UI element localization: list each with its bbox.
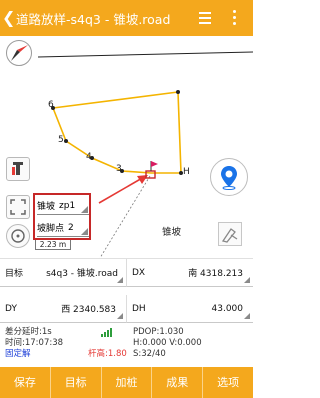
slope-polyline <box>52 91 182 174</box>
add-stake-button[interactable]: 加桩 <box>102 367 153 398</box>
dropdown-triangle-icon <box>244 313 250 319</box>
vertex-marker <box>64 139 68 143</box>
dropdown-triangle-icon <box>81 228 88 235</box>
dropdown-triangle-icon <box>244 277 250 283</box>
hv-text: H:0.000 V:0.000 <box>133 338 202 348</box>
info-panel: 目标 s4q3 - 锥坡.road DX 南 4318.213 DY 西 234… <box>0 258 253 367</box>
options-button[interactable]: 选项 <box>203 367 253 398</box>
point-label-6: 6 <box>48 100 54 110</box>
dy-value: 西 2340.583 <box>61 305 116 315</box>
point-label-4: 4 <box>86 152 92 162</box>
point-label-h: H <box>183 167 190 177</box>
dh-field[interactable]: DH 43.000 <box>127 295 253 323</box>
compass-icon[interactable] <box>6 40 32 66</box>
dh-label: DH <box>132 303 146 314</box>
more-options-icon[interactable] <box>226 7 244 29</box>
target-value: s4q3 - 锥坡.road <box>46 269 118 279</box>
dh-value: 43.000 <box>211 303 244 314</box>
target-button[interactable]: 目标 <box>51 367 102 398</box>
slope-value: zp1 <box>59 200 76 211</box>
dx-value: 南 4318.213 <box>188 269 243 279</box>
toe-point-label: 坡脚点 <box>37 224 65 234</box>
dx-label: DX <box>132 267 146 278</box>
dropdown-triangle-icon <box>117 313 123 319</box>
direction-arrow <box>98 176 145 204</box>
road-line <box>37 51 253 58</box>
stakeout-tool-icon[interactable] <box>218 222 242 246</box>
diff-delay-text: 差分延时:1s <box>5 327 52 337</box>
target-field[interactable]: 目标 s4q3 - 锥坡.road <box>0 259 127 287</box>
signal-icon <box>101 328 112 337</box>
locate-button[interactable] <box>210 158 248 196</box>
crosshair-icon[interactable] <box>6 224 30 248</box>
save-button[interactable]: 保存 <box>0 367 51 398</box>
pdop-text: PDOP:1.030 <box>133 327 184 337</box>
dy-field[interactable]: DY 西 2340.583 <box>0 295 127 323</box>
map-view[interactable]: 6 5 4 3 H 锥坡 zp1 坡脚点 2 2.23 m 锥坡 <box>0 36 253 258</box>
dropdown-triangle-icon <box>117 277 123 283</box>
list-icon[interactable] <box>196 8 216 28</box>
scale-bar: 2.23 m <box>35 240 71 250</box>
point-label-5: 5 <box>58 135 64 145</box>
flag-marker <box>151 161 158 167</box>
results-button[interactable]: 成果 <box>152 367 204 398</box>
point-label-3: 3 <box>116 164 122 174</box>
back-icon[interactable]: ❮ <box>2 0 16 36</box>
title-bar: ❮ 道路放样-s4q3 - 锥坡.road <box>0 0 253 36</box>
bottom-action-bar: 保存 目标 加桩 成果 选项 <box>0 367 253 398</box>
toe-point-value: 2 <box>68 222 74 233</box>
fullscreen-icon[interactable] <box>6 195 30 219</box>
vertex-marker <box>176 90 180 94</box>
time-text: 时间:17:07:38 <box>5 338 64 348</box>
dy-label: DY <box>5 303 17 314</box>
target-label: 目标 <box>5 269 24 279</box>
feature-label: 锥坡 <box>162 227 182 238</box>
layer-icon[interactable] <box>6 157 30 181</box>
dx-field[interactable]: DX 南 4318.213 <box>127 259 253 287</box>
dropdown-triangle-icon <box>81 206 88 213</box>
param-panel: 锥坡 zp1 坡脚点 2 <box>33 193 91 240</box>
slope-label: 锥坡 <box>37 202 56 212</box>
toe-point-selector[interactable]: 坡脚点 2 <box>37 219 89 237</box>
fix-status-text: 固定解 <box>5 349 31 359</box>
pole-height-text: 杆高:1.80 <box>88 349 127 359</box>
slope-selector[interactable]: 锥坡 zp1 <box>37 197 89 215</box>
satellites-text: S:32/40 <box>133 349 166 359</box>
page-title: 道路放样-s4q3 - 锥坡.road <box>16 11 171 27</box>
